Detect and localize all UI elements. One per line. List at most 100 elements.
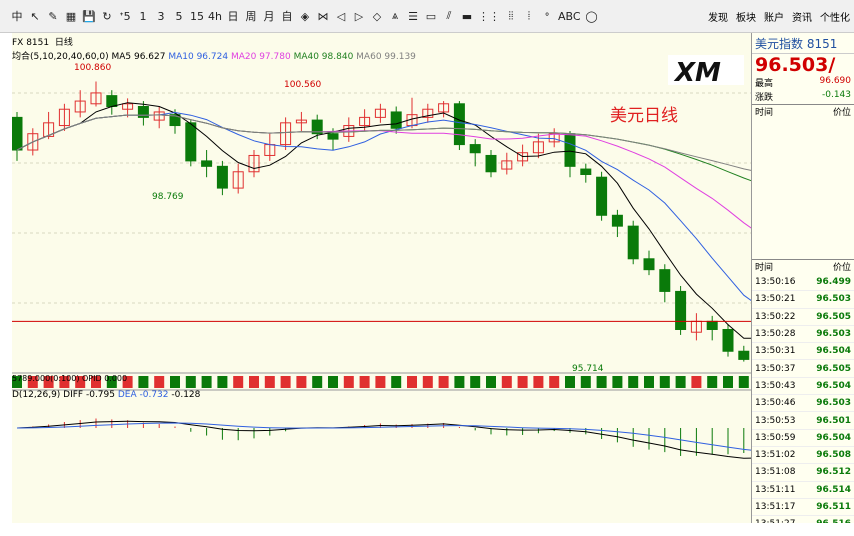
candle-body[interactable]: [706, 320, 718, 330]
toolbar-button-29[interactable]: ᐤ: [538, 6, 556, 26]
candle-body[interactable]: [453, 103, 465, 146]
tick-time: 13:50:37: [755, 363, 796, 374]
toolbar-button-2[interactable]: ✎: [44, 6, 62, 26]
volume-bar: [217, 376, 228, 388]
volume-bar: [486, 376, 496, 388]
toolbar-button-7[interactable]: 1: [134, 6, 152, 26]
candle-body[interactable]: [643, 258, 655, 271]
menu-item-3[interactable]: 资讯: [792, 9, 812, 24]
menu-item-2[interactable]: 账户: [764, 9, 784, 24]
toolbar-button-18[interactable]: ◁: [332, 6, 350, 26]
toolbar-button-9[interactable]: 5: [170, 6, 188, 26]
tick-row: 13:51:08 96.512: [752, 464, 854, 482]
tick-row: 13:51:02 96.508: [752, 447, 854, 465]
quote-title: 美元指数 8151: [755, 36, 838, 51]
volume-bar: [691, 376, 702, 388]
candle-body[interactable]: [201, 160, 213, 167]
candle-body[interactable]: [722, 328, 734, 352]
menu-item-4[interactable]: 个性化: [820, 9, 850, 24]
high-value: 96.690: [819, 76, 852, 86]
macd-label-row: D(12,26,9) DIFF -0.795 DEA -0.732 -0.128: [12, 390, 201, 400]
quote-price: 96.503/: [752, 53, 854, 76]
toolbar-button-17[interactable]: ⋈: [314, 6, 332, 26]
candle-body[interactable]: [627, 225, 639, 260]
toolbar-button-5[interactable]: ↻: [98, 6, 116, 26]
toolbar-button-27[interactable]: ⦙⦙: [502, 6, 520, 26]
tick-time: 13:50:53: [755, 415, 796, 426]
volume-bar: [723, 376, 733, 388]
volume-bar: [154, 376, 165, 388]
tick-row: 13:51:2796.516: [752, 516, 854, 523]
candle-body[interactable]: [185, 122, 197, 162]
toolbar-button-6[interactable]: ᐩ5: [116, 6, 134, 26]
tick-list[interactable]: 13:50:16 96.499 13:50:21 96.503 13:50:22 96.5…: [752, 274, 854, 523]
toolbar-button-12[interactable]: 日: [224, 6, 242, 26]
candle-body[interactable]: [738, 350, 750, 360]
toolbar-button-21[interactable]: ⩓: [386, 6, 404, 26]
tick-time: 13:51:11: [755, 484, 796, 495]
tick-time: 13:51:08: [755, 467, 796, 478]
candle-body[interactable]: [580, 168, 592, 175]
toolbar-button-23[interactable]: ▭: [422, 6, 440, 26]
tick-time: 13:51:17: [755, 502, 796, 512]
candle-body[interactable]: [659, 269, 671, 292]
toolbar-button-3[interactable]: ▦: [62, 6, 80, 26]
tick-time: 13:50:28: [755, 329, 796, 340]
toolbar-button-31[interactable]: ◯: [583, 6, 601, 26]
high-price-label-2: 100.560: [284, 80, 321, 90]
toolbar-button-25[interactable]: ▬: [458, 6, 476, 26]
tick-price: 96.511: [816, 502, 851, 512]
tick-row: 13:50:53 96.501: [752, 412, 854, 430]
toolbar-button-8[interactable]: 3: [152, 6, 170, 26]
tick-price: 96.504: [816, 346, 851, 357]
toolbar-button-16[interactable]: ◈: [296, 6, 314, 26]
toolbar-button-24[interactable]: ⫽: [440, 6, 458, 26]
volume-bar: [233, 376, 244, 388]
ma40-line: [16, 114, 751, 182]
volume-bar: [659, 376, 670, 388]
low-price-label: 98.769: [152, 192, 184, 202]
toolbar-button-19[interactable]: ▷: [350, 6, 368, 26]
tick-price: 96.514: [816, 484, 851, 495]
volume-bar: [343, 376, 354, 388]
menu-item-0[interactable]: 发现: [708, 9, 728, 24]
tick-row: 13:50:59 96.504: [752, 430, 854, 447]
candle-body[interactable]: [564, 133, 576, 167]
volume-bar: [533, 376, 544, 388]
volume-bar: [201, 376, 212, 388]
ma20-line: [16, 114, 751, 229]
toolbar-button-15[interactable]: 自: [278, 6, 296, 26]
candle-body[interactable]: [327, 133, 339, 140]
toolbar-button-20[interactable]: ◇: [368, 6, 386, 26]
tick-row: 13:50:46 96.503: [752, 395, 854, 413]
toolbar-button-14[interactable]: 月: [260, 6, 278, 26]
toolbar-button-11[interactable]: 4h: [206, 6, 224, 26]
time-col-header: 时间: [755, 108, 774, 118]
toolbar-button-1[interactable]: ↖: [26, 6, 44, 26]
candle-body[interactable]: [485, 154, 497, 173]
toolbar-button-4[interactable]: 💾: [80, 6, 98, 26]
toolbar-button-0[interactable]: 中: [8, 6, 26, 26]
toolbar-button-30[interactable]: ABC: [556, 6, 583, 26]
toolbar-button-22[interactable]: ☰: [404, 6, 422, 26]
volume-bar: [296, 376, 307, 388]
chart-canvas[interactable]: 100.860 100.560 98.769 95.714 美元日线 XM 5789.000…: [12, 33, 751, 523]
candle-body[interactable]: [675, 290, 687, 330]
candle-body[interactable]: [216, 165, 228, 189]
volume-bar: [565, 376, 575, 388]
candle-body[interactable]: [106, 95, 118, 108]
toolbar-button-28[interactable]: ⦙: [520, 6, 538, 26]
volume-bar: [138, 376, 149, 388]
menu-item-1[interactable]: 板块: [736, 9, 756, 24]
kline-chart[interactable]: FX 8151 日线 均合(5,10,20,40,60,0) MA5 96.62…: [12, 33, 751, 523]
candle-body[interactable]: [469, 144, 481, 154]
candle-body[interactable]: [390, 111, 402, 129]
tick-time: 13:50:31: [755, 346, 796, 357]
toolbar-button-26[interactable]: ⋮⋮: [476, 6, 502, 26]
candle-body[interactable]: [12, 116, 23, 151]
tick-row: 13:50:16 96.499: [752, 274, 854, 292]
toolbar-button-10[interactable]: 15: [188, 6, 206, 26]
candle-body[interactable]: [611, 214, 623, 227]
candle-body[interactable]: [596, 176, 608, 216]
toolbar-button-13[interactable]: 周: [242, 6, 260, 26]
